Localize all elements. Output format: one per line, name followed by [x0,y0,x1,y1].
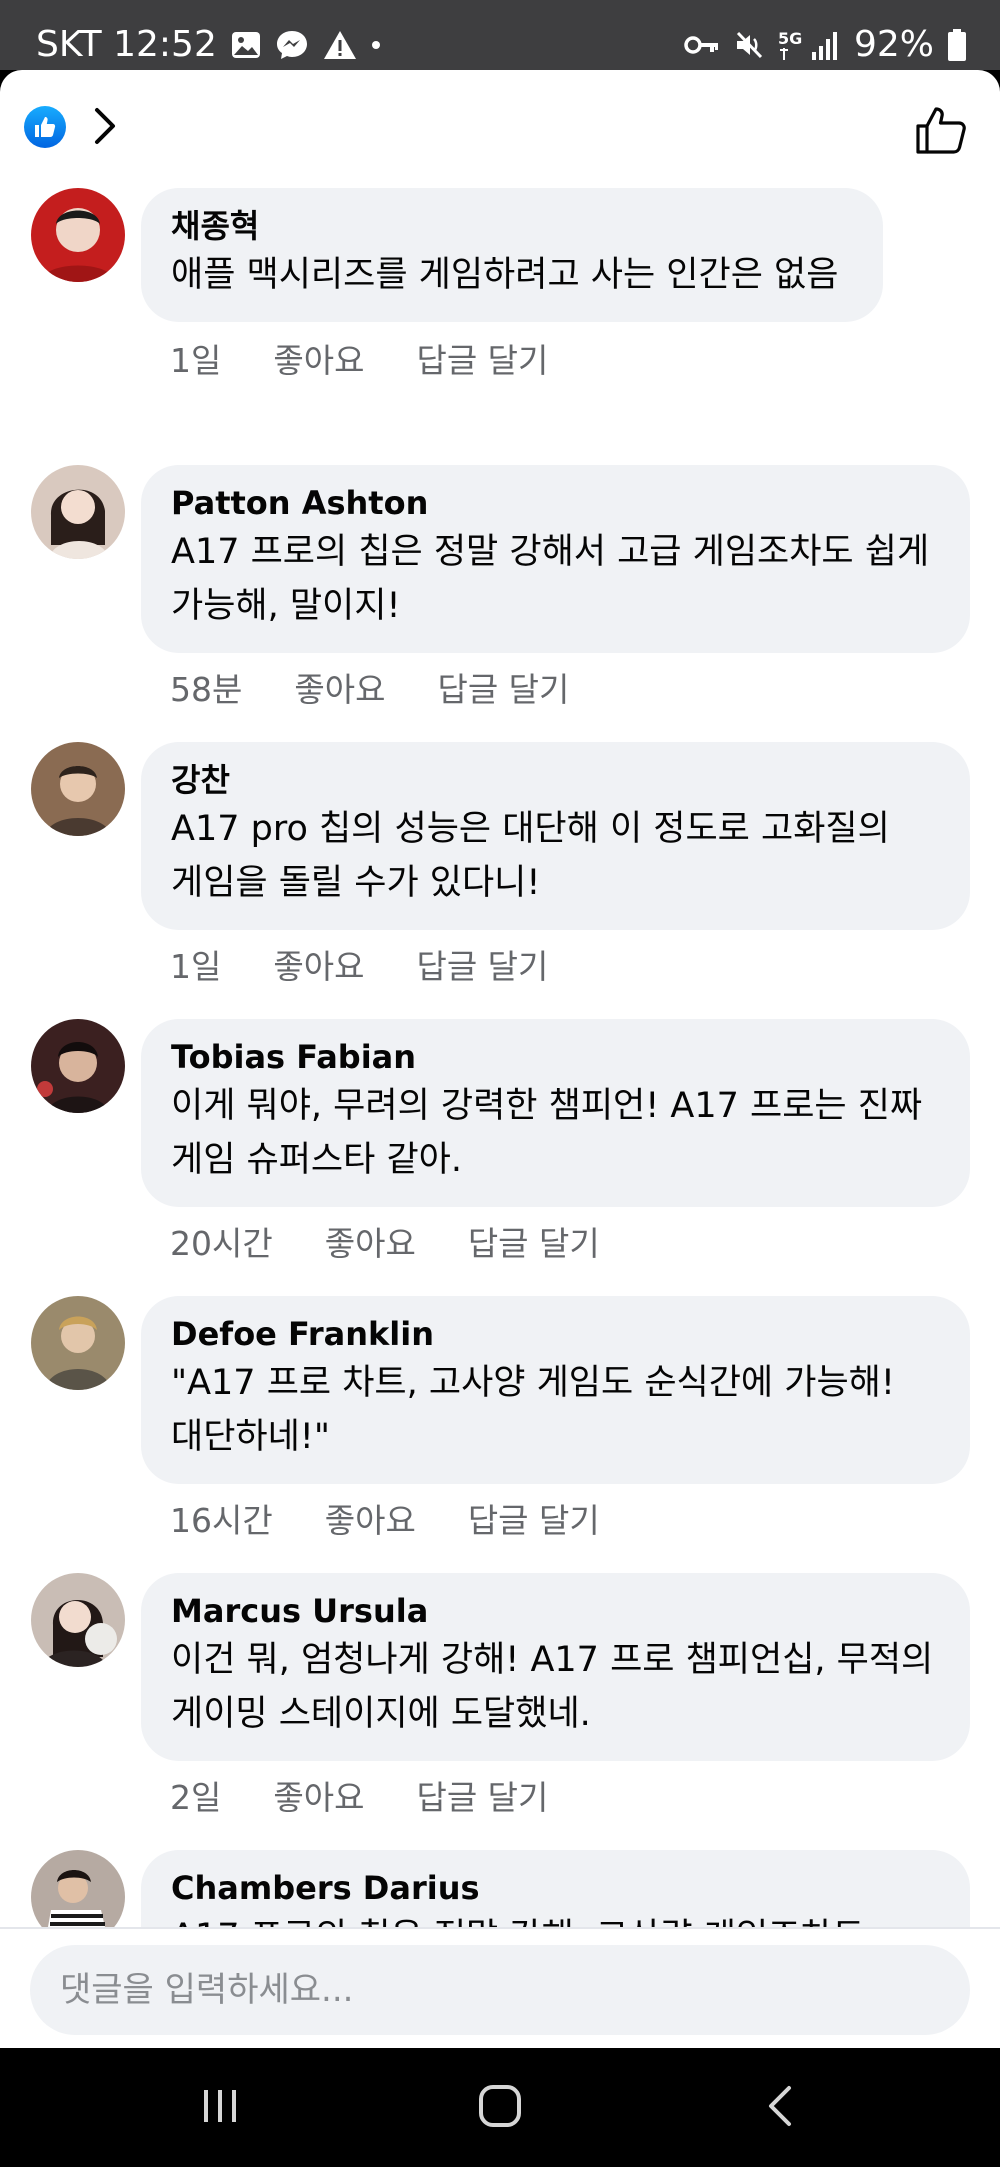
comment-text: 이건 뭐, 엄청나게 강해! A17 프로 챔피언십, 무적의 게이밍 스테이지… [171,1640,934,1734]
comment-actions: 58분 좋아요 답글 달기 [170,663,569,711]
comment-input[interactable] [30,1945,970,2035]
comment-time: 16시간 [170,1501,273,1540]
comment-actions: 2일 좋아요 답글 달기 [170,1771,548,1819]
network-5g-icon: 5G [778,28,840,62]
comments-sheet: 채종혁 애플 맥시리즈를 게임하려고 사는 인간은 없음 1일 좋아요 답글 달… [0,70,1000,2048]
like-link[interactable]: 좋아요 [273,1771,364,1819]
comment-actions: 1일 좋아요 답글 달기 [170,334,548,382]
svg-text:5G: 5G [778,29,802,48]
battery-icon [948,28,966,61]
comment-item: Defoe Franklin "A17 프로 차트, 고사양 게임도 순식간에 … [0,1296,1000,1573]
comment-actions: 20시간 좋아요 답글 달기 [170,1217,600,1265]
mute-icon [734,30,764,60]
comment-time: 1일 [170,341,222,380]
avatar[interactable] [31,1019,125,1113]
like-reaction-icon[interactable] [24,106,66,148]
like-link[interactable]: 좋아요 [273,334,364,382]
comment-item: Marcus Ursula 이건 뭐, 엄청나게 강해! A17 프로 챔피언십… [0,1573,1000,1850]
notification-dot-icon [371,40,381,50]
comment-bubble: 강찬 A17 pro 칩의 성능은 대단해 이 정도로 고화질의 게임을 돌릴 … [141,742,970,930]
comment-list: 채종혁 애플 맥시리즈를 게임하려고 사는 인간은 없음 1일 좋아요 답글 달… [0,188,1000,2048]
reply-link[interactable]: 답글 달기 [437,663,569,711]
reactions-header [0,70,1000,180]
home-button[interactable] [420,2048,580,2167]
comment-item: Tobias Fabian 이게 뭐야, 무려의 강력한 챔피언! A17 프로… [0,1019,1000,1296]
comment-actions: 1일 좋아요 답글 달기 [170,940,548,988]
comment-text: "A17 프로 차트, 고사양 게임도 순식간에 가능해! 대단하네!" [171,1363,895,1457]
comment-bubble: Defoe Franklin "A17 프로 차트, 고사양 게임도 순식간에 … [141,1296,970,1484]
like-link[interactable]: 좋아요 [325,1217,416,1265]
reply-link[interactable]: 답글 달기 [416,334,548,382]
navigation-bar [0,2048,1000,2167]
comment-text: 이게 뭐야, 무려의 강력한 챔피언! A17 프로는 진짜 게임 슈퍼스타 같… [171,1086,923,1180]
comment-author[interactable]: Marcus Ursula [171,1589,936,1633]
comment-time: 1일 [170,947,222,986]
comment-time: 20시간 [170,1224,273,1263]
comment-item: 강찬 A17 pro 칩의 성능은 대단해 이 정도로 고화질의 게임을 돌릴 … [0,742,1000,1019]
avatar[interactable] [31,1296,125,1390]
comment-author[interactable]: Defoe Franklin [171,1312,936,1356]
like-link[interactable]: 좋아요 [273,940,364,988]
comment-time: 2일 [170,1778,222,1817]
home-icon [478,2084,522,2132]
warning-icon [323,30,357,60]
vpn-key-icon [684,34,720,56]
avatar[interactable] [31,1573,125,1667]
back-icon [765,2084,795,2132]
back-button[interactable] [700,2048,860,2167]
comment-author[interactable]: 강찬 [171,758,936,802]
thumbs-up-icon[interactable] [914,104,968,156]
comment-text: A17 pro 칩의 성능은 대단해 이 정도로 고화질의 게임을 돌릴 수가 … [171,809,890,903]
status-bar: SKT 12:52 5G 92% [0,0,1000,70]
comment-composer [0,1927,1000,2048]
comment-item: Patton Ashton A17 프로의 칩은 정말 강해서 고급 게임조차도… [0,465,1000,742]
like-link[interactable]: 좋아요 [294,663,385,711]
reply-link[interactable]: 답글 달기 [416,1771,548,1819]
comment-bubble: Patton Ashton A17 프로의 칩은 정말 강해서 고급 게임조차도… [141,465,970,653]
avatar[interactable] [31,742,125,836]
carrier-time: SKT 12:52 [36,24,217,65]
comment-bubble: Marcus Ursula 이건 뭐, 엄청나게 강해! A17 프로 챔피언십… [141,1573,970,1761]
recent-apps-icon [200,2086,240,2130]
reply-link[interactable]: 답글 달기 [468,1217,600,1265]
comment-author[interactable]: Chambers Darius [171,1866,936,1910]
comment-text: A17 프로의 칩은 정말 강해서 고급 게임조차도 쉽게 가능해, 말이지! [171,532,930,626]
comment-author[interactable]: Patton Ashton [171,481,936,525]
avatar[interactable] [31,465,125,559]
comment-item: 채종혁 애플 맥시리즈를 게임하려고 사는 인간은 없음 1일 좋아요 답글 달… [0,188,1000,465]
messenger-icon [275,29,309,61]
recent-apps-button[interactable] [140,2048,300,2167]
comment-author[interactable]: Tobias Fabian [171,1035,936,1079]
comment-author[interactable]: 채종혁 [171,204,849,248]
chevron-right-icon[interactable] [90,104,120,148]
reply-link[interactable]: 답글 달기 [416,940,548,988]
comment-actions: 16시간 좋아요 답글 달기 [170,1494,600,1542]
reply-link[interactable]: 답글 달기 [468,1494,600,1542]
comment-bubble: 채종혁 애플 맥시리즈를 게임하려고 사는 인간은 없음 [141,188,883,322]
comment-time: 58분 [170,670,243,709]
gallery-icon [231,31,261,59]
comment-text: 애플 맥시리즈를 게임하려고 사는 인간은 없음 [171,255,839,295]
like-link[interactable]: 좋아요 [325,1494,416,1542]
comment-bubble: Tobias Fabian 이게 뭐야, 무려의 강력한 챔피언! A17 프로… [141,1019,970,1207]
battery-percent: 92% [853,24,934,65]
avatar[interactable] [31,188,125,282]
